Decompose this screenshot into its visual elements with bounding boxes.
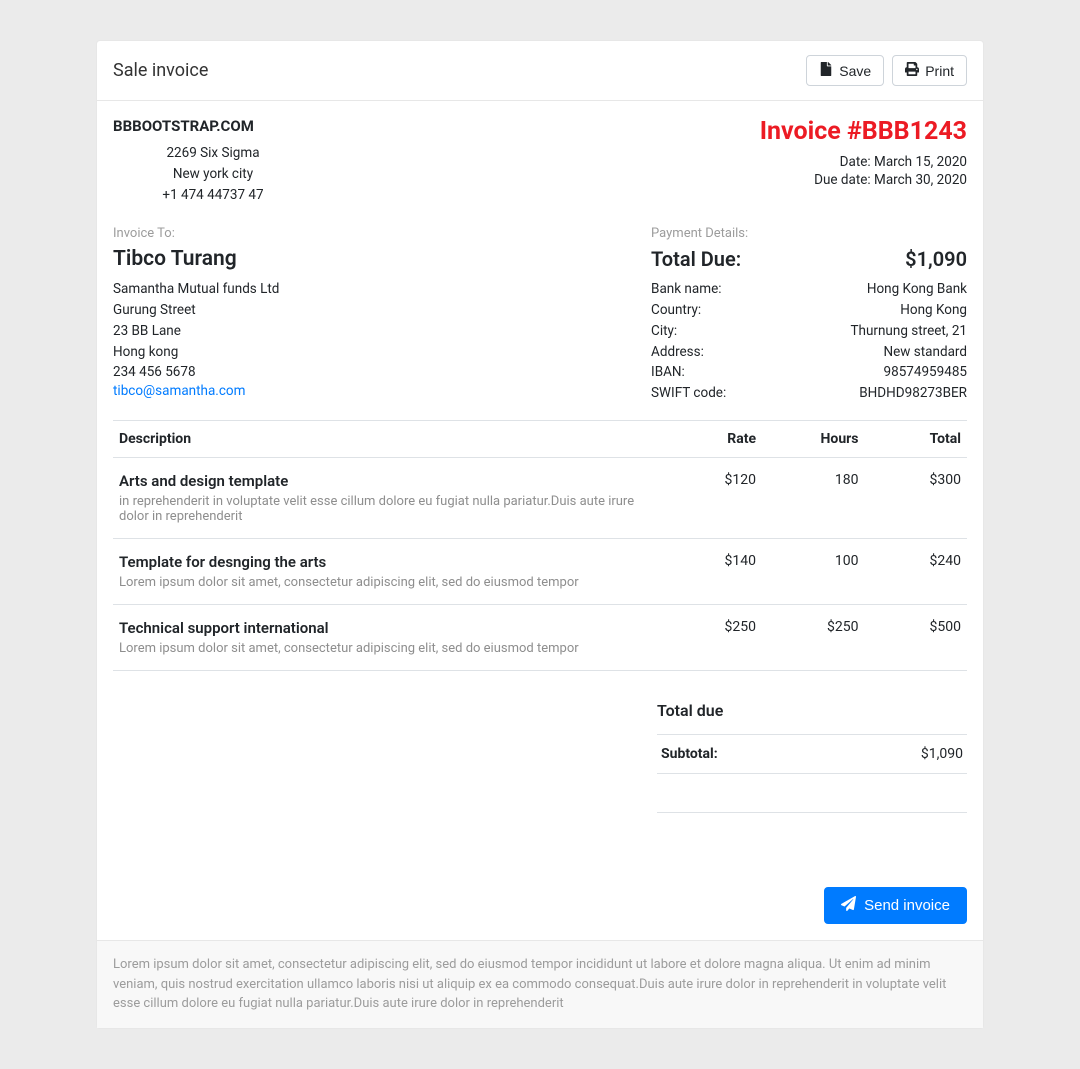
card-header: Sale invoice Save Print [97,41,983,101]
line-hours: $250 [762,605,864,671]
col-hours: Hours [762,421,864,458]
payment-detail-row: SWIFT code: BHDHD98273BER [651,383,967,404]
payment-block: Payment Details: Total Due: $1,090 Bank … [651,226,967,405]
totals-row-value: $27 [815,774,967,813]
invoice-number: Invoice #BBB1243 [557,117,967,146]
bill-to-label: Invoice To: [113,226,523,241]
bill-to-name: Tibco Turang [113,247,523,271]
company-city: New york city [113,164,313,185]
totals-row-value: $1,090 [815,735,967,774]
line-title: Template for desnging the arts [119,553,654,571]
line-rate: $120 [660,458,762,539]
send-invoice-label: Send invoice [864,897,950,914]
col-description: Description [113,421,660,458]
line-desc: Lorem ipsum dolor sit amet, consectetur … [119,575,654,590]
line-items-table: Description Rate Hours Total Arts and de… [113,420,967,671]
payment-detail-value: BHDHD98273BER [859,383,967,404]
paper-plane-icon [841,896,856,915]
line-hours: 180 [762,458,864,539]
bill-to-block: Invoice To: Tibco Turang Samantha Mutual… [113,226,523,405]
page-title: Sale invoice [113,60,208,81]
payment-detail-key: IBAN: [651,362,685,383]
company-name: BBBOOTSTRAP.COM [113,117,523,135]
table-row: Arts and design template in reprehenderit… [113,458,967,539]
totals-row-label: Tax: (25%) [657,774,815,813]
payment-detail-row: Address: New standard [651,342,967,363]
line-rate: $250 [660,605,762,671]
bill-to-email[interactable]: tibco@samantha.com [113,383,245,399]
print-icon [905,62,919,79]
payment-detail-key: City: [651,321,677,342]
payment-label: Payment Details: [651,226,967,241]
line-title: Arts and design template [119,472,654,490]
print-button[interactable]: Print [892,55,967,86]
line-total: $240 [865,539,968,605]
company-block: BBBOOTSTRAP.COM 2269 Six Sigma New york … [113,117,523,206]
payment-detail-value: Hong Kong [900,300,967,321]
table-row: Technical support international Lorem ips… [113,605,967,671]
total-due-label: Total Due: [651,247,741,271]
line-title: Technical support international [119,619,654,637]
payment-detail-row: City: Thurnung street, 21 [651,321,967,342]
payment-detail-row: Bank name: Hong Kong Bank [651,279,967,300]
payment-detail-row: IBAN: 98574959485 [651,362,967,383]
header-actions: Save Print [806,55,967,86]
line-total: $500 [865,605,968,671]
save-button-label: Save [839,63,871,79]
totals-row-label: Subtotal: [657,735,815,774]
table-row: Template for desnging the arts Lorem ipsu… [113,539,967,605]
invoice-card: Sale invoice Save Print [96,40,984,1029]
footer: Lorem ipsum dolor sit amet, consectetur … [97,940,983,1028]
total-due-value: $1,090 [905,247,967,271]
grand-total-label: Total: [657,813,815,860]
payment-detail-key: Country: [651,300,701,321]
payment-detail-key: Bank name: [651,279,721,300]
send-invoice-button[interactable]: Send invoice [824,887,967,924]
payment-detail-value: Hong Kong Bank [867,279,967,300]
save-button[interactable]: Save [806,55,884,86]
company-phone: +1 474 44737 47 [113,185,313,206]
payment-detail-row: Country: Hong Kong [651,300,967,321]
bill-to-line: Samantha Mutual funds Ltd [113,279,523,300]
card-body: BBBOOTSTRAP.COM 2269 Six Sigma New york … [97,101,983,940]
line-desc: Lorem ipsum dolor sit amet, consectetur … [119,641,654,656]
bill-to-line: Hong kong [113,342,523,363]
bill-to-line: 23 BB Lane [113,321,523,342]
bill-to-line: Gurung Street [113,300,523,321]
print-button-label: Print [925,63,954,79]
line-hours: 100 [762,539,864,605]
payment-detail-value: New standard [884,342,968,363]
col-total: Total [865,421,968,458]
payment-detail-key: SWIFT code: [651,383,726,404]
invoice-due-date: Due date: March 30, 2020 [557,172,967,188]
grand-total-value: $1,160 [815,813,967,860]
payment-detail-value: Thurnung street, 21 [850,321,967,342]
payment-detail-key: Address: [651,342,704,363]
invoice-meta: Invoice #BBB1243 Date: March 15, 2020 Du… [557,117,967,206]
file-icon [819,62,833,79]
company-street: 2269 Six Sigma [113,143,313,164]
payment-detail-value: 98574959485 [884,362,967,383]
totals-block: Total due Subtotal:$1,090Tax: (25%)$27 T… [657,695,967,859]
line-total: $300 [865,458,968,539]
totals-heading: Total due [657,701,967,720]
bill-to-line: 234 456 5678 [113,362,523,383]
line-desc: in reprehenderit in voluptate velit esse… [119,494,654,524]
line-rate: $140 [660,539,762,605]
col-rate: Rate [660,421,762,458]
invoice-date: Date: March 15, 2020 [557,154,967,170]
